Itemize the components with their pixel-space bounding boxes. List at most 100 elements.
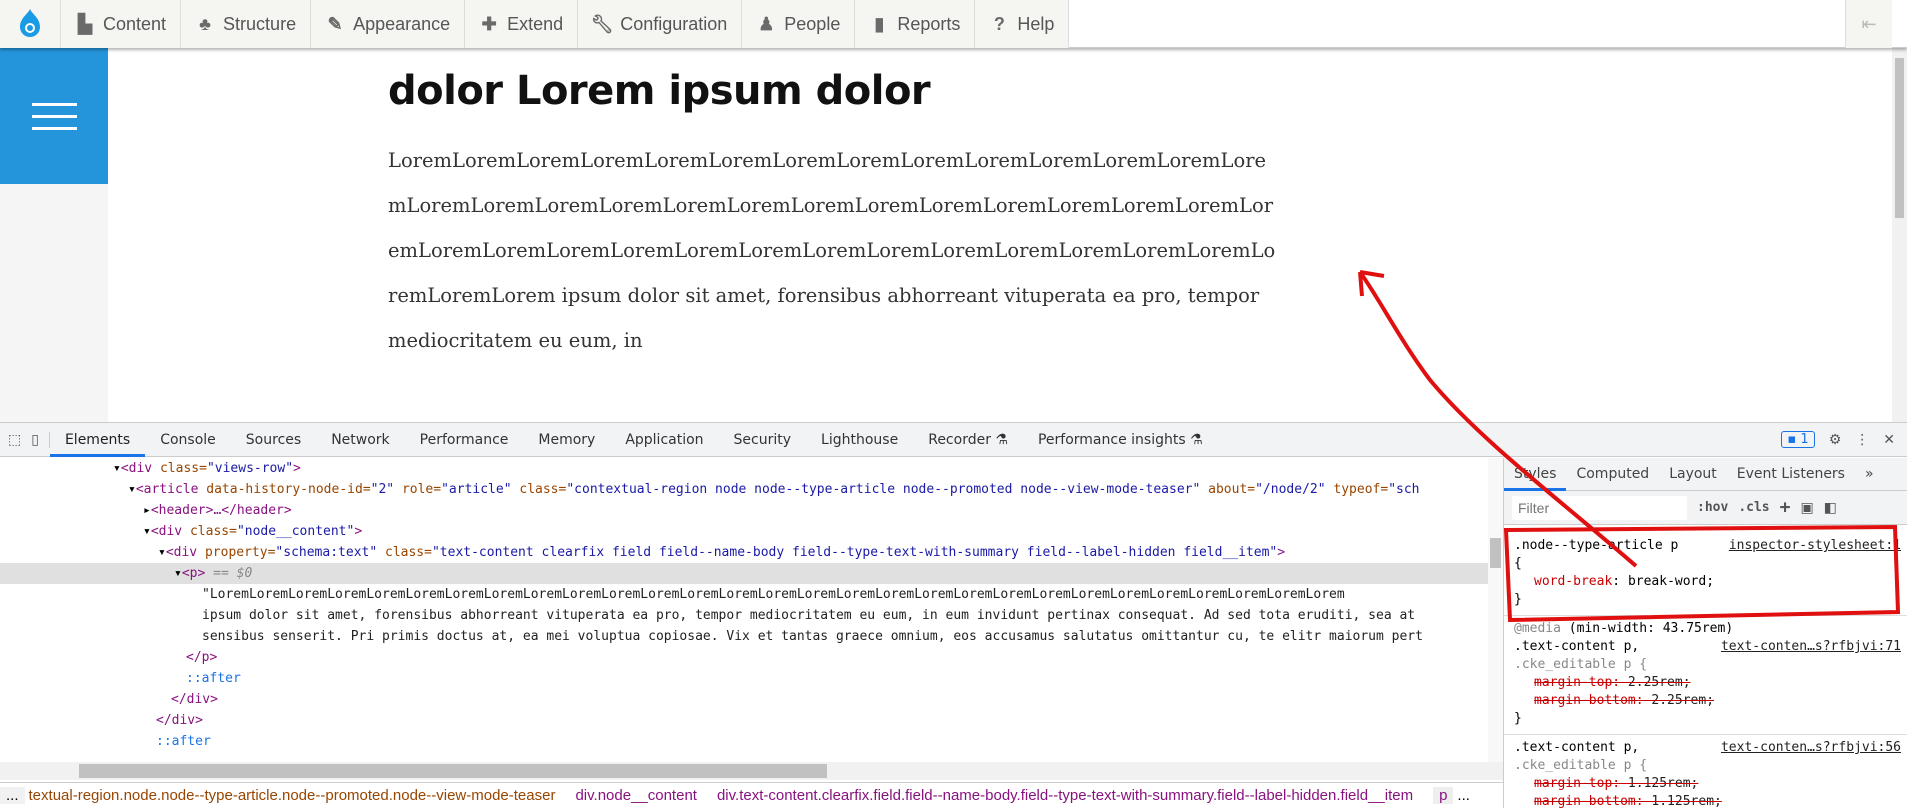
tab-network[interactable]: Network xyxy=(316,423,404,457)
devtools-tabs: ⬚ ▯ Elements Console Sources Network Per… xyxy=(0,423,1907,457)
pseudo-element[interactable]: ::after xyxy=(0,668,1503,689)
dom-vertical-scrollbar[interactable] xyxy=(1488,458,1503,762)
people-icon: ♟ xyxy=(758,13,775,34)
css-declaration[interactable]: margin-bottom: 1.125rem; xyxy=(1514,793,1897,808)
tab-sources[interactable]: Sources xyxy=(231,423,316,457)
tab-performance-insights[interactable]: Performance insights ⚗ xyxy=(1023,423,1218,457)
breadcrumb-overflow[interactable]: ... xyxy=(1457,787,1470,804)
toolbar-orientation-toggle[interactable]: ⇤ xyxy=(1845,0,1892,48)
rule-selector: .cke_editable p { xyxy=(1514,657,1648,672)
rule-source-link[interactable]: inspector-stylesheet:1 xyxy=(1729,537,1901,555)
tab-recorder[interactable]: Recorder ⚗ xyxy=(913,423,1023,457)
styles-pane: Styles Computed Layout Event Listeners »… xyxy=(1503,458,1907,808)
cls-toggle[interactable]: .cls xyxy=(1738,500,1769,515)
article-body: LoremLoremLoremLoremLoremLoremLoremLorem… xyxy=(388,149,1276,352)
css-declaration[interactable]: margin-top: 1.125rem; xyxy=(1514,775,1897,793)
tab-styles[interactable]: Styles xyxy=(1504,458,1567,491)
css-rule[interactable]: @media (min-width: 43.75rem) .text-conte… xyxy=(1504,616,1907,735)
breadcrumb-item-selected[interactable]: p xyxy=(1433,787,1454,804)
device-toolbar-icon[interactable]: ▯ xyxy=(27,431,50,448)
dom-node[interactable]: </div> xyxy=(0,689,1503,710)
toolbar-extend[interactable]: ✚ Extend xyxy=(465,0,579,48)
dom-node[interactable]: ▾<div class="views-row"> xyxy=(0,458,1503,479)
rule-selector: .node--type-article p xyxy=(1514,538,1679,553)
toolbar-people[interactable]: ♟ People xyxy=(742,0,856,48)
close-icon[interactable]: ✕ xyxy=(1883,432,1895,448)
css-rule[interactable]: .node--type-article p inspector-styleshee… xyxy=(1504,525,1907,616)
settings-gear-icon[interactable]: ⚙ xyxy=(1829,432,1842,448)
annotation-arrowhead-icon xyxy=(1358,270,1385,297)
scrollbar-thumb[interactable] xyxy=(79,764,827,778)
puzzle-icon: ✚ xyxy=(481,13,497,34)
tab-computed[interactable]: Computed xyxy=(1566,458,1659,491)
dom-node[interactable]: ▾<div class="node__content"> xyxy=(0,521,1503,542)
dom-horizontal-scrollbar[interactable] xyxy=(0,762,1503,780)
brace: } xyxy=(1514,592,1522,607)
tab-security[interactable]: Security xyxy=(719,423,807,457)
tab-performance[interactable]: Performance xyxy=(405,423,524,457)
toolbar-help[interactable]: ? Help xyxy=(975,0,1070,48)
inspect-icon[interactable]: ⬚ xyxy=(0,432,27,448)
new-rule-button[interactable]: + xyxy=(1780,497,1791,518)
styles-filter-input[interactable] xyxy=(1512,495,1687,520)
rule-selector: .text-content p, xyxy=(1514,740,1640,755)
pseudo-element[interactable]: ::after xyxy=(0,731,1503,752)
tab-application[interactable]: Application xyxy=(610,423,718,457)
devtools-panel: ⬚ ▯ Elements Console Sources Network Per… xyxy=(0,422,1907,808)
hov-toggle[interactable]: :hov xyxy=(1697,500,1728,515)
tab-console[interactable]: Console xyxy=(145,423,231,457)
hamburger-line xyxy=(31,126,77,130)
toolbar-reports[interactable]: ▮ Reports xyxy=(855,0,976,48)
more-options-icon[interactable]: ⋮ xyxy=(1855,432,1869,448)
breadcrumb-item[interactable]: div.text-content.clearfix.field.field--n… xyxy=(717,787,1413,804)
tab-event-listeners[interactable]: Event Listeners xyxy=(1727,458,1855,491)
text-node[interactable]: sensibus senserit. Pri primis doctus at,… xyxy=(0,626,1503,647)
file-icon: ▙ xyxy=(78,13,92,34)
tab-layout[interactable]: Layout xyxy=(1659,458,1727,491)
brace: { xyxy=(1514,556,1522,571)
more-tabs-icon[interactable]: » xyxy=(1855,458,1884,491)
css-declaration[interactable]: margin-top: 2.25rem; xyxy=(1514,674,1897,692)
breadcrumb-item[interactable]: textual-region.node.node--type-article.n… xyxy=(29,787,556,804)
article: dolor Lorem ipsum dolor LoremLoremLoremL… xyxy=(388,60,1288,363)
page-scrollbar[interactable] xyxy=(1892,48,1907,422)
sidebar-toggle-icon[interactable]: ◧ xyxy=(1824,500,1837,516)
toolbar-content[interactable]: ▙ Content xyxy=(61,0,182,48)
sitemap-icon: ♣ xyxy=(199,13,211,34)
brace: } xyxy=(1514,711,1522,726)
drupal-logo-icon[interactable] xyxy=(0,0,61,48)
scrollbar-thumb[interactable] xyxy=(1490,538,1501,568)
dom-node[interactable]: ▾<div property="schema:text" class="text… xyxy=(0,542,1503,563)
paint-icon[interactable]: ▣ xyxy=(1800,500,1813,516)
brush-icon: ✎ xyxy=(327,13,343,34)
rule-source-link[interactable]: text-conten…s?rfbjvi:71 xyxy=(1721,638,1901,656)
css-declaration[interactable]: margin-bottom: 2.25rem; xyxy=(1514,692,1897,710)
css-declaration[interactable]: word-break: break-word; xyxy=(1514,573,1897,591)
dom-tree: ▾<div class="views-row"> ▾<article data-… xyxy=(0,458,1503,763)
text-node[interactable]: ipsum dolor sit amet, forensibus abhorre… xyxy=(0,605,1503,626)
toolbar-structure[interactable]: ♣ Structure xyxy=(181,0,312,48)
breadcrumb-item[interactable]: div.node__content xyxy=(575,787,697,804)
rule-source-link[interactable]: text-conten…s?rfbjvi:56 xyxy=(1721,739,1901,757)
breadcrumb: ... textual-region.node.node--type-articl… xyxy=(0,782,1503,808)
hamburger-line xyxy=(31,114,77,118)
dom-node-selected[interactable]: ▾<p> == $0 xyxy=(0,563,1503,584)
dom-node[interactable]: ▾<article data-history-node-id="2" role=… xyxy=(0,479,1503,500)
css-rule[interactable]: .text-content p, text-conten…s?rfbjvi:56 … xyxy=(1504,735,1907,808)
dom-node[interactable]: </p> xyxy=(0,647,1503,668)
tab-lighthouse[interactable]: Lighthouse xyxy=(806,423,913,457)
tab-memory[interactable]: Memory xyxy=(523,423,610,457)
toolbar-configuration[interactable]: 🔧︎ Configuration xyxy=(578,0,743,48)
issues-badge[interactable]: ▪ 1 xyxy=(1781,431,1815,448)
breadcrumb-overflow[interactable]: ... xyxy=(0,787,25,804)
page-title: dolor Lorem ipsum dolor xyxy=(388,68,931,114)
scrollbar-thumb[interactable] xyxy=(1895,58,1904,218)
help-icon: ? xyxy=(993,13,1005,34)
tab-elements[interactable]: Elements xyxy=(49,423,146,457)
dom-node[interactable]: ▸<header>…</header> xyxy=(0,500,1503,521)
dom-node[interactable]: </div> xyxy=(0,710,1503,731)
menu-button[interactable] xyxy=(0,48,108,184)
text-node[interactable]: "LoremLoremLoremLoremLoremLoremLoremLore… xyxy=(0,584,1503,605)
wrench-icon: 🔧︎ xyxy=(590,13,614,34)
toolbar-appearance[interactable]: ✎ Appearance xyxy=(311,0,466,48)
